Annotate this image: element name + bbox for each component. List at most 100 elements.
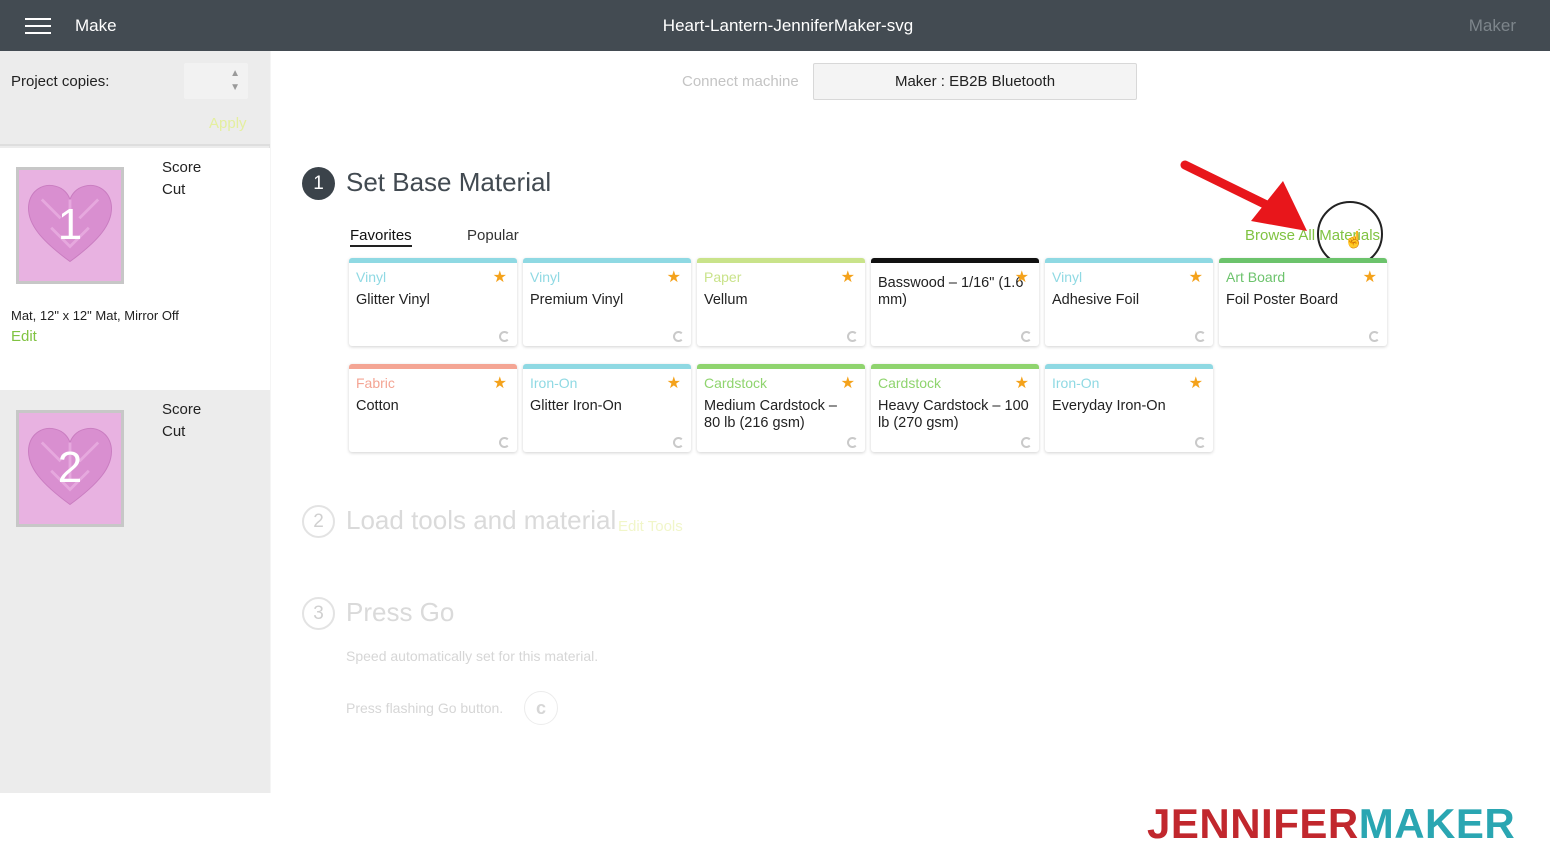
main-panel: Connect machine Maker : EB2B Bluetooth 1… [271, 51, 1550, 793]
material-category: Art Board [1226, 269, 1286, 285]
logo-part-jennifer: JENNIFER [1147, 800, 1359, 847]
cricut-brand-icon [1369, 331, 1380, 342]
stepper-up-icon[interactable]: ▲ [230, 67, 240, 81]
material-card[interactable]: Paper Vellum ★ [697, 258, 865, 346]
favorite-star-icon[interactable]: ★ [667, 373, 681, 393]
go-button-icon: c [524, 691, 558, 725]
mat-operations: Score Cut [162, 399, 201, 443]
step-number: 1 [302, 167, 335, 200]
apply-button[interactable]: Apply [209, 115, 247, 132]
operation-score: Score [162, 159, 202, 176]
material-card[interactable]: Cardstock Heavy Cardstock – 100 lb (270 g… [871, 364, 1039, 452]
material-color-bar [1045, 258, 1213, 263]
material-category: Cardstock [704, 375, 768, 391]
favorite-star-icon[interactable]: ★ [1015, 267, 1029, 287]
favorite-star-icon[interactable]: ★ [493, 373, 507, 393]
mat-sidebar: Project copies: ▲ ▼ Apply 1 Score Cut Ma… [0, 51, 270, 793]
favorite-star-icon[interactable]: ★ [841, 373, 855, 393]
material-category: Cardstock [878, 375, 942, 391]
material-name: Cotton [356, 398, 399, 414]
project-title: Heart-Lantern-JenniferMaker-svg [662, 16, 914, 35]
material-color-bar [523, 364, 691, 369]
edit-mat-link[interactable]: Edit [11, 328, 37, 345]
mat-thumbnail[interactable]: 1 [16, 167, 124, 284]
logo-part-maker: MAKER [1358, 800, 1516, 847]
material-card[interactable]: Cardstock Medium Cardstock – 80 lb (216 g… [697, 364, 865, 452]
favorite-star-icon[interactable]: ★ [1363, 267, 1377, 287]
project-copies-stepper[interactable]: ▲ ▼ [184, 63, 248, 99]
cricut-brand-icon [499, 437, 510, 448]
material-category: Iron-On [1052, 375, 1100, 391]
mat-item-1[interactable]: 1 Score Cut Mat, 12" x 12" Mat, Mirror O… [0, 148, 270, 390]
material-name: Vellum [704, 292, 748, 308]
cricut-brand-icon [1195, 437, 1206, 448]
step-number: 3 [302, 597, 335, 630]
mat-number: 2 [57, 443, 83, 492]
material-category: Fabric [356, 375, 395, 391]
material-name: Glitter Vinyl [356, 292, 430, 308]
material-card[interactable]: Art Board Foil Poster Board ★ [1219, 258, 1387, 346]
material-card[interactable]: Vinyl Glitter Vinyl ★ [349, 258, 517, 346]
mat-operations: Score Cut [162, 157, 201, 201]
cricut-brand-icon [847, 331, 858, 342]
cricut-brand-icon [1021, 331, 1032, 342]
material-category: Vinyl [356, 269, 387, 285]
material-card[interactable]: Iron-On Glitter Iron-On ★ [523, 364, 691, 452]
edit-tools-link[interactable]: Edit Tools [618, 518, 683, 535]
material-name: Premium Vinyl [530, 292, 624, 308]
cricut-brand-icon [673, 437, 684, 448]
favorite-star-icon[interactable]: ★ [841, 267, 855, 287]
step-title: Load tools and material [346, 505, 617, 535]
step-number: 2 [302, 505, 335, 538]
material-category: Vinyl [1052, 269, 1083, 285]
tab-popular[interactable]: Popular [467, 227, 519, 244]
material-category: Iron-On [530, 375, 578, 391]
material-color-bar [349, 364, 517, 369]
project-copies-panel: Project copies: ▲ ▼ Apply [0, 51, 270, 146]
operation-score: Score [162, 401, 202, 418]
cricut-brand-icon [499, 331, 510, 342]
cricut-brand-icon [673, 331, 684, 342]
step-title: Press Go [346, 597, 455, 627]
material-category: Paper [704, 269, 742, 285]
tab-favorites[interactable]: Favorites [350, 227, 412, 247]
material-color-bar [1219, 258, 1387, 263]
operation-cut: Cut [162, 181, 186, 198]
cricut-brand-icon [1021, 437, 1032, 448]
red-arrow-annotation [1180, 160, 1307, 231]
cricut-brand-icon [1195, 331, 1206, 342]
favorite-star-icon[interactable]: ★ [667, 267, 681, 287]
material-name: Medium Cardstock – 80 lb (216 gsm) [704, 398, 837, 431]
material-color-bar [697, 364, 865, 369]
favorite-star-icon[interactable]: ★ [1189, 373, 1203, 393]
mat-item-2[interactable]: 2 Score Cut [0, 390, 270, 793]
material-card[interactable]: Basswood – 1/16" (1.6 mm) ★ [871, 258, 1039, 346]
cricut-brand-icon [847, 437, 858, 448]
machine-label: Maker [1468, 16, 1516, 35]
favorite-star-icon[interactable]: ★ [493, 267, 507, 287]
top-bar: Make Heart-Lantern-JenniferMaker-svg Mak… [0, 0, 1550, 51]
material-color-bar [871, 258, 1039, 263]
material-color-bar [523, 258, 691, 263]
material-color-bar [697, 258, 865, 263]
favorite-star-icon[interactable]: ★ [1015, 373, 1029, 393]
material-card[interactable]: Iron-On Everyday Iron-On ★ [1045, 364, 1213, 452]
connect-machine-label: Connect machine [682, 73, 799, 90]
speed-info-text: Speed automatically set for this materia… [346, 648, 599, 664]
machine-select[interactable]: Maker : EB2B Bluetooth [813, 63, 1137, 100]
hand-pointer-icon: ☝ [1344, 232, 1364, 249]
material-name: Foil Poster Board [1226, 292, 1339, 308]
material-name: Adhesive Foil [1052, 292, 1140, 308]
mat-thumbnail[interactable]: 2 [16, 410, 124, 527]
material-category: Vinyl [530, 269, 561, 285]
favorite-star-icon[interactable]: ★ [1189, 267, 1203, 287]
stepper-down-icon[interactable]: ▼ [230, 81, 240, 95]
jennifermaker-logo: JENNIFERMAKER [1147, 800, 1515, 848]
material-color-bar [1045, 364, 1213, 369]
step-title: Set Base Material [346, 167, 552, 197]
material-name: Glitter Iron-On [530, 398, 622, 414]
material-card[interactable]: Fabric Cotton ★ [349, 364, 517, 452]
material-card[interactable]: Vinyl Adhesive Foil ★ [1045, 258, 1213, 346]
material-card[interactable]: Vinyl Premium Vinyl ★ [523, 258, 691, 346]
mat-number: 1 [57, 200, 83, 249]
